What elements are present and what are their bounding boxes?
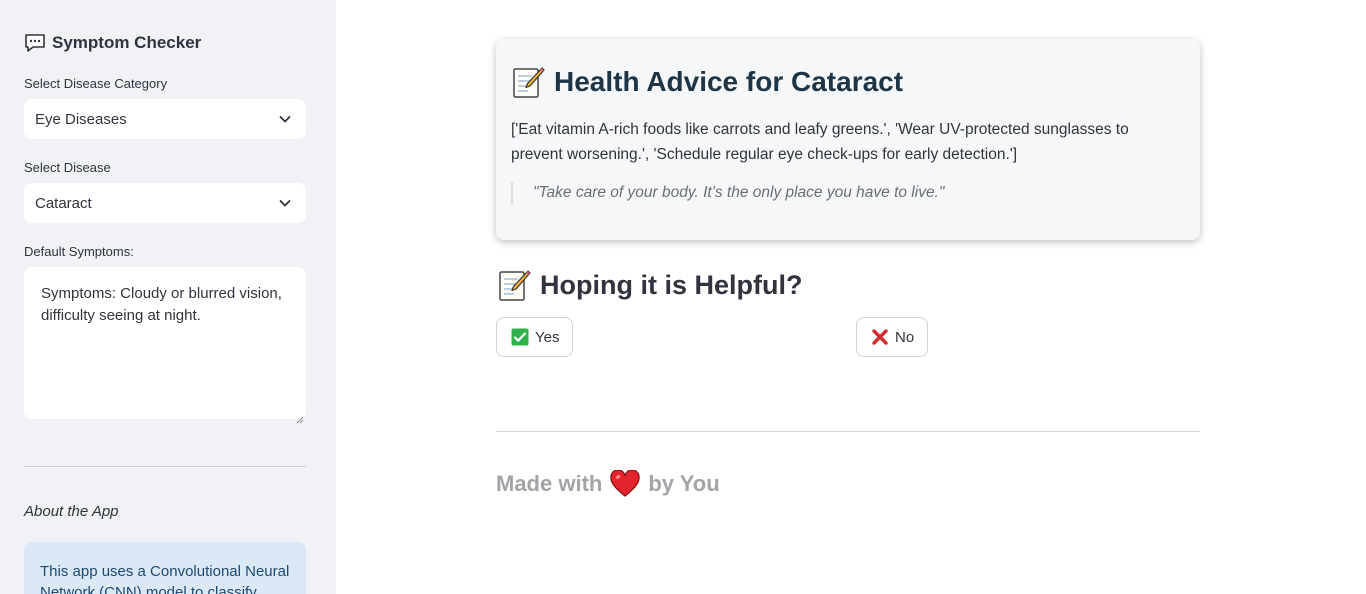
about-heading: About the App [24, 503, 119, 520]
symptoms-text: Symptoms: Cloudy or blurred vision, diff… [41, 285, 282, 324]
chevron-down-icon [278, 112, 292, 126]
yes-button[interactable]: Yes [496, 317, 574, 357]
check-mark-icon [511, 328, 529, 346]
sidebar-title-text: Symptom Checker [52, 33, 202, 52]
disease-select[interactable]: Cataract [24, 183, 306, 223]
quote-block: "Take care of your body. It’s the only p… [511, 182, 944, 204]
card-title-text: Health Advice for Cataract [554, 66, 904, 97]
health-advice-card: Health Advice for Cataract ['Eat vitamin… [496, 39, 1200, 240]
disease-category-value: Eye Diseases [35, 110, 127, 128]
chat-bubble-icon [24, 33, 46, 53]
category-label: Select Disease Category [24, 76, 168, 91]
chevron-down-icon [278, 196, 292, 210]
sidebar-title: Symptom Checker [24, 33, 201, 53]
main-divider [496, 431, 1200, 432]
sidebar-divider [24, 466, 306, 467]
feedback-heading: Hoping it is Helpful? [497, 268, 802, 302]
symptoms-label: Default Symptoms: [24, 244, 134, 259]
cross-mark-icon [871, 328, 889, 346]
resize-handle-icon[interactable] [296, 409, 304, 424]
feedback-heading-text: Hoping it is Helpful? [540, 269, 803, 300]
no-label: No [895, 328, 915, 346]
about-info-text: This app uses a Convolutional Neural Net… [40, 563, 290, 594]
symptoms-textarea[interactable]: Symptoms: Cloudy or blurred vision, diff… [24, 267, 306, 424]
disease-category-select[interactable]: Eye Diseases [24, 99, 306, 139]
disease-label: Select Disease [24, 160, 111, 175]
disease-value: Cataract [35, 194, 92, 212]
advice-text: ['Eat vitamin A-rich foods like carrots … [511, 121, 1129, 163]
memo-icon [511, 65, 545, 99]
card-title: Health Advice for Cataract [511, 65, 903, 99]
heart-icon [610, 470, 640, 498]
footer-suffix: by You [648, 471, 720, 496]
sidebar: Symptom Checker Select Disease Category … [0, 0, 336, 594]
footer: Made with by You [496, 470, 720, 498]
footer-prefix: Made with [496, 471, 603, 496]
no-button[interactable]: No [856, 317, 929, 357]
about-info-box: This app uses a Convolutional Neural Net… [24, 542, 306, 594]
memo-icon [497, 268, 531, 302]
yes-label: Yes [535, 328, 560, 346]
